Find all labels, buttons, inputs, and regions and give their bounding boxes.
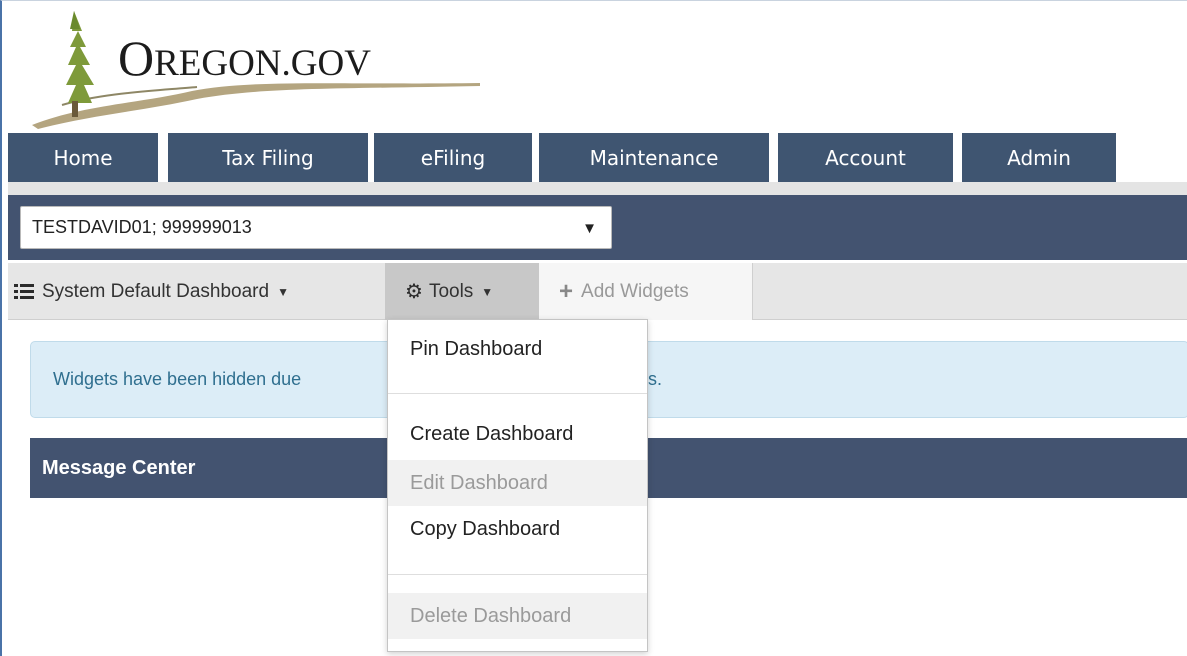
- tools-dropdown-menu: Pin Dashboard Create Dashboard Edit Dash…: [387, 319, 648, 652]
- logo-wordmark: OREGON.GOV: [118, 30, 371, 86]
- menu-item-delete-dashboard: Delete Dashboard: [388, 593, 647, 639]
- tools-label: Tools: [428, 280, 474, 302]
- menu-divider: [388, 574, 647, 575]
- menu-item-copy-dashboard[interactable]: Copy Dashboard: [388, 506, 647, 552]
- oregon-gov-logo[interactable]: OREGON.GOV: [22, 7, 492, 132]
- dropdown-caret-icon: ▼: [582, 220, 597, 237]
- account-band: TESTDAVID01; 999999013 ▼: [8, 195, 1187, 260]
- gear-icon: ⚙: [405, 281, 423, 303]
- tab-efiling[interactable]: eFiling: [374, 133, 532, 183]
- add-widgets-label: Add Widgets: [581, 280, 689, 302]
- dashboard-toolbar: System Default Dashboard ▼ ⚙ Tools ▼ + A…: [8, 263, 1187, 320]
- dashboard-selector-label: System Default Dashboard: [42, 280, 270, 302]
- tools-button[interactable]: ⚙ Tools ▼: [385, 263, 539, 320]
- alert-text-left: Widgets have been hidden due: [53, 369, 302, 389]
- main-nav: Home Tax Filing eFiling Maintenance Acco…: [8, 133, 1187, 183]
- menu-item-create-dashboard[interactable]: Create Dashboard: [388, 411, 647, 457]
- account-select-value: TESTDAVID01; 999999013: [32, 217, 252, 237]
- alert-text-right: s.: [648, 369, 663, 389]
- tab-home[interactable]: Home: [8, 133, 158, 183]
- plus-icon: +: [559, 277, 574, 305]
- dashboard-selector-button[interactable]: System Default Dashboard ▼: [14, 263, 289, 320]
- account-select[interactable]: TESTDAVID01; 999999013 ▼: [20, 206, 612, 249]
- menu-item-edit-dashboard: Edit Dashboard: [388, 460, 647, 506]
- app-frame: OREGON.GOV Home Tax Filing eFiling Maint…: [0, 0, 1187, 656]
- menu-divider: [388, 393, 647, 394]
- menu-item-pin-dashboard[interactable]: Pin Dashboard: [388, 326, 647, 372]
- message-center-title: Message Center: [42, 456, 196, 479]
- tab-account[interactable]: Account: [778, 133, 953, 183]
- list-icon: [14, 283, 34, 300]
- caret-down-icon: ▼: [481, 284, 494, 299]
- caret-down-icon: ▼: [277, 284, 289, 299]
- tab-tax-filing[interactable]: Tax Filing: [168, 133, 368, 183]
- tab-maintenance[interactable]: Maintenance: [539, 133, 769, 183]
- tab-admin[interactable]: Admin: [962, 133, 1116, 183]
- add-widgets-button[interactable]: + Add Widgets: [539, 263, 753, 320]
- nav-underline: [8, 182, 1187, 196]
